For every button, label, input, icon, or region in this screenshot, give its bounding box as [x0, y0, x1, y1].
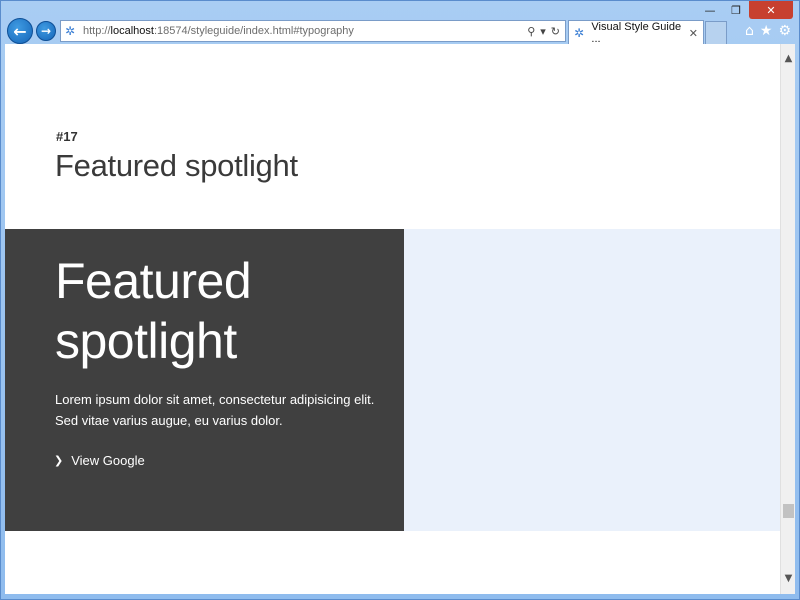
- forward-button[interactable]: →: [36, 21, 56, 41]
- navigation-bar: ← → ✲ http://localhost:18574/styleguide/…: [7, 17, 793, 46]
- scroll-up-icon[interactable]: ▲: [781, 50, 796, 66]
- spotlight-heading-line-1: Featured: [55, 253, 252, 309]
- chevron-right-icon: ❯: [54, 454, 64, 467]
- settings-gear-icon[interactable]: ⚙: [778, 23, 791, 39]
- view-google-link[interactable]: ❯ View Google: [54, 453, 145, 468]
- browser-toolbar-icons: ⌂ ★ ⚙: [745, 23, 793, 39]
- browser-tab-active[interactable]: ✲ Visual Style Guide ... ✕: [568, 19, 704, 46]
- scroll-down-icon[interactable]: ▼: [781, 570, 796, 586]
- address-bar[interactable]: ✲ http://localhost:18574/styleguide/inde…: [60, 20, 566, 42]
- tab-title: Visual Style Guide ...: [591, 21, 682, 45]
- page-viewport: #17 Featured spotlight Featured spotligh…: [5, 44, 780, 594]
- vertical-scrollbar[interactable]: ▲ ▼: [780, 44, 795, 594]
- tab-site-icon: ✲: [574, 25, 585, 40]
- spotlight-heading-line-2: spotlight: [55, 313, 237, 369]
- dropdown-icon[interactable]: ▾: [540, 25, 546, 38]
- home-icon[interactable]: ⌂: [745, 23, 754, 39]
- favorites-star-icon[interactable]: ★: [760, 23, 773, 39]
- spotlight-body: Lorem ipsum dolor sit amet, consectetur …: [55, 389, 385, 431]
- back-button[interactable]: ←: [7, 18, 33, 44]
- section-number: #17: [56, 129, 78, 144]
- spotlight-heading: Featured spotlight: [55, 251, 375, 371]
- refresh-icon[interactable]: ↻: [551, 25, 560, 38]
- tab-close-icon[interactable]: ✕: [689, 27, 698, 40]
- url-path: :18574/styleguide/index.html#typography: [153, 25, 354, 37]
- url-protocol: http://: [83, 25, 111, 37]
- url-host: localhost: [110, 25, 154, 37]
- search-icon[interactable]: ⚲: [527, 25, 535, 38]
- new-tab-button[interactable]: [705, 20, 727, 45]
- scroll-thumb[interactable]: [783, 504, 794, 518]
- address-tools: ⚲ ▾ ↻: [527, 25, 565, 38]
- site-icon: ✲: [65, 23, 76, 38]
- spotlight-body-line-2: Sed vitae varius augue, eu varius dolor.: [55, 413, 283, 428]
- view-google-label: View Google: [71, 453, 145, 468]
- spotlight-image-panel: [404, 229, 780, 531]
- forward-arrow-icon: →: [40, 24, 52, 38]
- section-title: Featured spotlight: [55, 148, 298, 183]
- spotlight-text-panel: Featured spotlight Lorem ipsum dolor sit…: [5, 229, 404, 531]
- featured-spotlight: Featured spotlight Lorem ipsum dolor sit…: [5, 229, 780, 531]
- back-arrow-icon: ←: [13, 21, 27, 41]
- spotlight-body-line-1: Lorem ipsum dolor sit amet, consectetur …: [55, 392, 375, 407]
